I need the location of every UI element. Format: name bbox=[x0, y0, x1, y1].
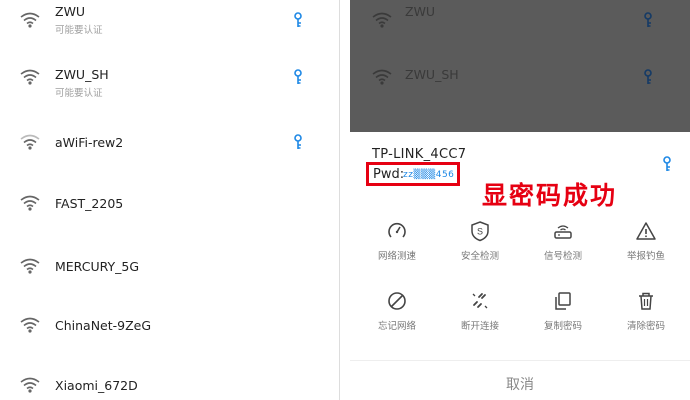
key-icon bbox=[663, 156, 671, 171]
wifi-signal-icon bbox=[20, 317, 40, 333]
success-annotation: 显密码成功 bbox=[482, 181, 618, 210]
action-label: 网络测速 bbox=[377, 251, 416, 262]
wifi-network-item[interactable]: Xiaomi_672D bbox=[0, 355, 340, 400]
wifi-list-panel: ZWU 可能要认证 ZWU_SH 可能要认证 aWiFi-rew2 FAST_2… bbox=[0, 0, 340, 400]
key-icon bbox=[294, 134, 302, 149]
password-label: Pwd: bbox=[373, 167, 405, 182]
wifi-signal-icon bbox=[20, 134, 40, 150]
forbidden-icon bbox=[388, 292, 406, 310]
dimmed-background-overlay[interactable]: ZWU ZWU_SH bbox=[350, 0, 690, 132]
wifi-signal-icon bbox=[372, 12, 392, 28]
network-detail-panel: ZWU ZWU_SH TP-LINK_4CC7 Pwd: zz▒▒▒456 显密… bbox=[350, 0, 690, 400]
security-check-button[interactable]: S 安全检测 bbox=[440, 220, 520, 280]
action-label: 安全检测 bbox=[460, 251, 499, 262]
wifi-network-item[interactable]: aWiFi-rew2 bbox=[0, 112, 340, 172]
sheet-ssid: TP-LINK_4CC7 bbox=[372, 147, 467, 162]
speed-gauge-icon bbox=[388, 222, 406, 238]
wifi-network-item[interactable]: FAST_2205 bbox=[0, 173, 340, 233]
wifi-signal-icon bbox=[372, 69, 392, 85]
signal-check-button[interactable]: 信号检测 bbox=[523, 220, 603, 280]
router-signal-icon bbox=[554, 225, 572, 239]
dimmed-network-item: ZWU_SH bbox=[350, 47, 690, 107]
wifi-network-item[interactable]: ZWU 可能要认证 bbox=[0, 0, 340, 50]
svg-text:S: S bbox=[477, 227, 483, 237]
dimmed-network-item: ZWU bbox=[350, 0, 690, 50]
wifi-signal-icon bbox=[20, 377, 40, 393]
network-subtitle: 可能要认证 bbox=[55, 88, 103, 99]
clear-password-button[interactable]: 清除密码 bbox=[606, 290, 686, 350]
speed-test-button[interactable]: 网络测速 bbox=[357, 220, 437, 280]
network-name: ZWU bbox=[55, 4, 86, 19]
wifi-signal-icon bbox=[20, 69, 40, 85]
network-name: MERCURY_5G bbox=[55, 259, 140, 274]
bottom-action-sheet: TP-LINK_4CC7 Pwd: zz▒▒▒456 显密码成功 网络测速 S … bbox=[350, 132, 690, 400]
network-name: ChinaNet-9ZeG bbox=[55, 318, 152, 333]
copy-password-button[interactable]: 复制密码 bbox=[523, 290, 603, 350]
network-name: ZWU bbox=[405, 4, 436, 19]
action-label: 信号检测 bbox=[543, 251, 582, 262]
forget-network-button[interactable]: 忘记网络 bbox=[357, 290, 437, 350]
action-label: 忘记网络 bbox=[377, 321, 416, 332]
password-value: zz▒▒▒456 bbox=[403, 170, 455, 180]
network-name: aWiFi-rew2 bbox=[55, 135, 124, 150]
network-name: Xiaomi_672D bbox=[55, 378, 138, 393]
wifi-network-item[interactable]: ZWU_SH 可能要认证 bbox=[0, 47, 340, 107]
report-phishing-button[interactable]: 举报钓鱼 bbox=[606, 220, 686, 280]
action-label: 举报钓鱼 bbox=[626, 251, 665, 262]
cancel-button[interactable]: 取消 bbox=[350, 374, 690, 394]
wifi-network-item[interactable]: MERCURY_5G bbox=[0, 236, 340, 296]
wifi-signal-icon bbox=[20, 12, 40, 28]
wifi-signal-icon bbox=[20, 195, 40, 211]
key-icon bbox=[294, 69, 302, 84]
key-icon bbox=[644, 69, 652, 84]
sheet-divider bbox=[350, 360, 690, 361]
wifi-network-item[interactable]: ChinaNet-9ZeG bbox=[0, 295, 340, 355]
disconnect-button[interactable]: 断开连接 bbox=[440, 290, 520, 350]
key-icon bbox=[644, 12, 652, 27]
action-label: 清除密码 bbox=[626, 321, 665, 332]
network-name: FAST_2205 bbox=[55, 196, 124, 211]
network-name: ZWU_SH bbox=[405, 67, 459, 82]
network-subtitle: 可能要认证 bbox=[55, 25, 103, 36]
shield-s-icon: S bbox=[471, 221, 489, 242]
key-icon bbox=[294, 12, 302, 27]
password-highlight-box: Pwd: zz▒▒▒456 bbox=[366, 162, 460, 186]
trash-icon bbox=[639, 292, 653, 310]
copy-icon bbox=[555, 292, 571, 310]
warning-triangle-icon bbox=[636, 222, 656, 240]
action-label: 复制密码 bbox=[543, 321, 582, 332]
network-name: ZWU_SH bbox=[55, 67, 109, 82]
wifi-signal-icon bbox=[20, 258, 40, 274]
broken-link-icon bbox=[472, 293, 488, 309]
action-label: 断开连接 bbox=[460, 321, 499, 332]
